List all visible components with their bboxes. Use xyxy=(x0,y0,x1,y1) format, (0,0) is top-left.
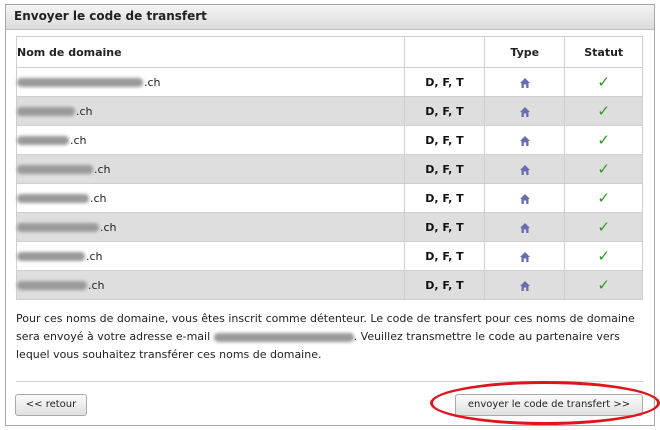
domain-suffix: .ch xyxy=(94,162,111,176)
panel-title: Envoyer le code de transfert xyxy=(14,9,207,23)
table-row: .ch D, F, T ✓ xyxy=(16,241,643,271)
flags-cell: D, F, T xyxy=(403,154,486,184)
type-cell xyxy=(484,96,566,126)
domain-suffix: .ch xyxy=(86,249,103,263)
domain-name-cell: .ch xyxy=(16,154,405,184)
status-cell: ✓ xyxy=(564,154,643,184)
type-cell xyxy=(484,212,566,242)
check-icon: ✓ xyxy=(597,189,610,207)
header-type: Type xyxy=(484,36,566,68)
header-flags xyxy=(403,36,486,68)
domain-suffix: .ch xyxy=(100,220,117,234)
status-cell: ✓ xyxy=(564,67,643,97)
house-icon xyxy=(519,222,530,233)
redacted-name xyxy=(17,281,87,290)
redacted-name xyxy=(17,165,93,174)
domain-name-cell: .ch xyxy=(16,270,405,300)
house-icon xyxy=(519,164,530,175)
status-cell: ✓ xyxy=(564,241,643,271)
flags-cell: D, F, T xyxy=(403,270,486,300)
type-cell xyxy=(484,270,566,300)
domain-table: Nom de domaine Type Statut .ch D, F, T ✓… xyxy=(16,36,643,300)
domain-suffix: .ch xyxy=(76,104,93,118)
check-icon: ✓ xyxy=(597,218,610,236)
flags-cell: D, F, T xyxy=(403,212,486,242)
table-header-row: Nom de domaine Type Statut xyxy=(16,36,643,68)
flags-cell: D, F, T xyxy=(403,241,486,271)
check-icon: ✓ xyxy=(597,131,610,149)
table-row: .ch D, F, T ✓ xyxy=(16,96,643,126)
flags-cell: D, F, T xyxy=(403,125,486,155)
domain-name-cell: .ch xyxy=(16,96,405,126)
domain-suffix: .ch xyxy=(88,278,105,292)
type-cell xyxy=(484,154,566,184)
redacted-email xyxy=(213,332,354,342)
redacted-name xyxy=(17,78,143,87)
transfer-panel: Envoyer le code de transfert Nom de doma… xyxy=(5,4,655,426)
domain-name-cell: .ch xyxy=(16,125,405,155)
house-icon xyxy=(519,280,530,291)
house-icon xyxy=(519,135,530,146)
table-row: .ch D, F, T ✓ xyxy=(16,154,643,184)
info-text: Pour ces noms de domaine, vous êtes insc… xyxy=(16,310,646,364)
domain-name-cell: .ch xyxy=(16,183,405,213)
redacted-name xyxy=(17,252,85,261)
redacted-name xyxy=(17,223,99,232)
check-icon: ✓ xyxy=(597,73,610,91)
domain-name-cell: .ch xyxy=(16,67,405,97)
check-icon: ✓ xyxy=(597,102,610,120)
domain-suffix: .ch xyxy=(144,75,161,89)
table-row: .ch D, F, T ✓ xyxy=(16,183,643,213)
status-cell: ✓ xyxy=(564,96,643,126)
type-cell xyxy=(484,183,566,213)
domain-suffix: .ch xyxy=(90,191,107,205)
status-cell: ✓ xyxy=(564,125,643,155)
redacted-name xyxy=(17,107,75,116)
type-cell xyxy=(484,241,566,271)
header-status: Statut xyxy=(564,36,643,68)
status-cell: ✓ xyxy=(564,183,643,213)
redacted-name xyxy=(17,194,89,203)
domain-name-cell: .ch xyxy=(16,241,405,271)
type-cell xyxy=(484,125,566,155)
domain-suffix: .ch xyxy=(70,133,87,147)
header-domain-name: Nom de domaine xyxy=(16,36,405,68)
table-row: .ch D, F, T ✓ xyxy=(16,125,643,155)
house-icon xyxy=(519,193,530,204)
domain-name-cell: .ch xyxy=(16,212,405,242)
send-transfer-code-button[interactable]: envoyer le code de transfert >> xyxy=(455,394,643,416)
house-icon xyxy=(519,77,530,88)
check-icon: ✓ xyxy=(597,247,610,265)
check-icon: ✓ xyxy=(597,160,610,178)
house-icon xyxy=(519,251,530,262)
table-row: .ch D, F, T ✓ xyxy=(16,67,643,97)
check-icon: ✓ xyxy=(597,276,610,294)
status-cell: ✓ xyxy=(564,270,643,300)
type-cell xyxy=(484,67,566,97)
footer-divider xyxy=(16,381,644,382)
table-row: .ch D, F, T ✓ xyxy=(16,270,643,300)
flags-cell: D, F, T xyxy=(403,67,486,97)
panel-title-bar: Envoyer le code de transfert xyxy=(6,5,654,30)
back-button[interactable]: << retour xyxy=(15,394,87,416)
flags-cell: D, F, T xyxy=(403,96,486,126)
status-cell: ✓ xyxy=(564,212,643,242)
flags-cell: D, F, T xyxy=(403,183,486,213)
table-row: .ch D, F, T ✓ xyxy=(16,212,643,242)
redacted-name xyxy=(17,136,69,145)
house-icon xyxy=(519,106,530,117)
